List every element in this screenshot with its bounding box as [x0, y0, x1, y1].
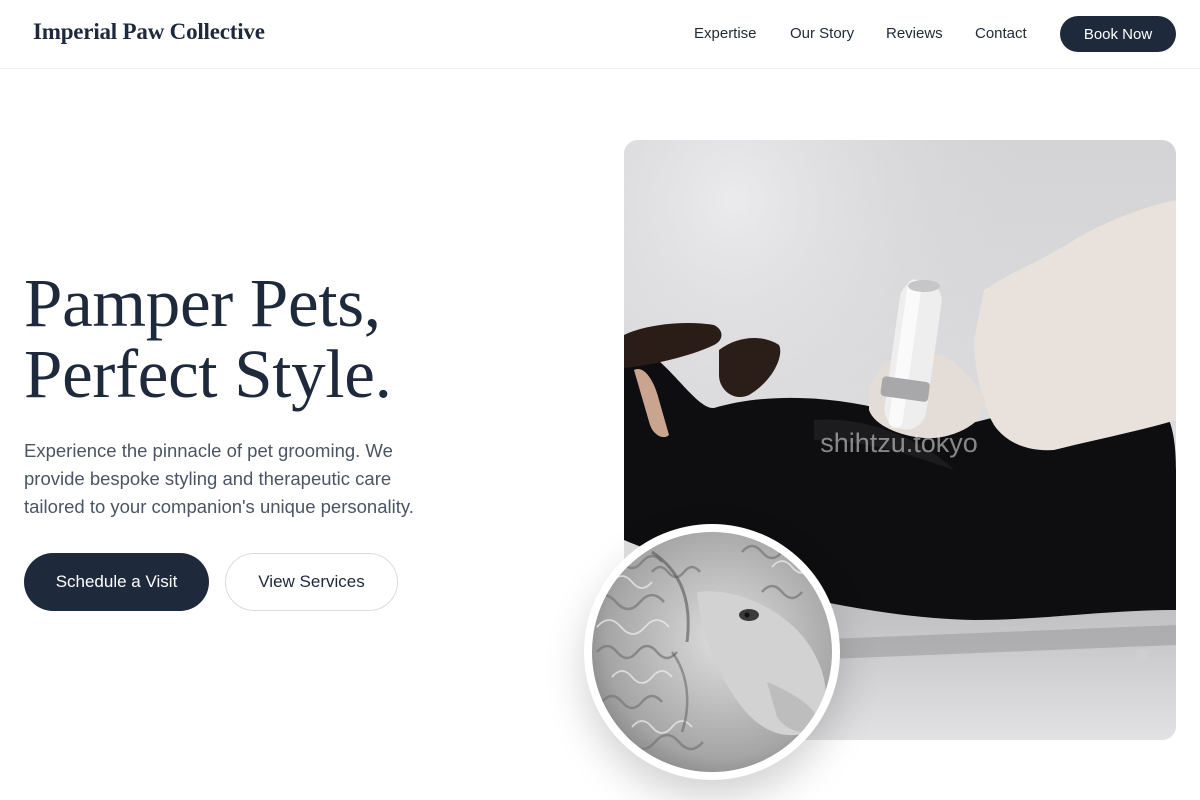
nav-link-our-story[interactable]: Our Story [790, 25, 854, 42]
view-services-button[interactable]: View Services [225, 553, 398, 611]
schedule-visit-button[interactable]: Schedule a Visit [24, 553, 209, 611]
main-nav: Expertise Our Story Reviews Contact Book… [0, 16, 1200, 52]
nav-link-reviews[interactable]: Reviews [886, 25, 943, 42]
hero-description: Experience the pinnacle of pet grooming.… [24, 440, 414, 517]
site-header: Imperial Paw Collective Expertise Our St… [0, 0, 1200, 69]
hero-headline: Pamper Pets, Perfect Style. [24, 268, 564, 410]
nav-link-expertise[interactable]: Expertise [694, 25, 757, 42]
sheep-photo-illustration [592, 532, 832, 772]
headline-line-1: Pamper Pets, [24, 265, 381, 341]
hero-photo-circle [584, 524, 840, 780]
book-now-button[interactable]: Book Now [1060, 16, 1176, 52]
nav-link-contact[interactable]: Contact [975, 25, 1027, 42]
headline-line-2: Perfect Style. [24, 336, 392, 412]
photo-watermark: shihtzu.tokyo [820, 428, 978, 458]
